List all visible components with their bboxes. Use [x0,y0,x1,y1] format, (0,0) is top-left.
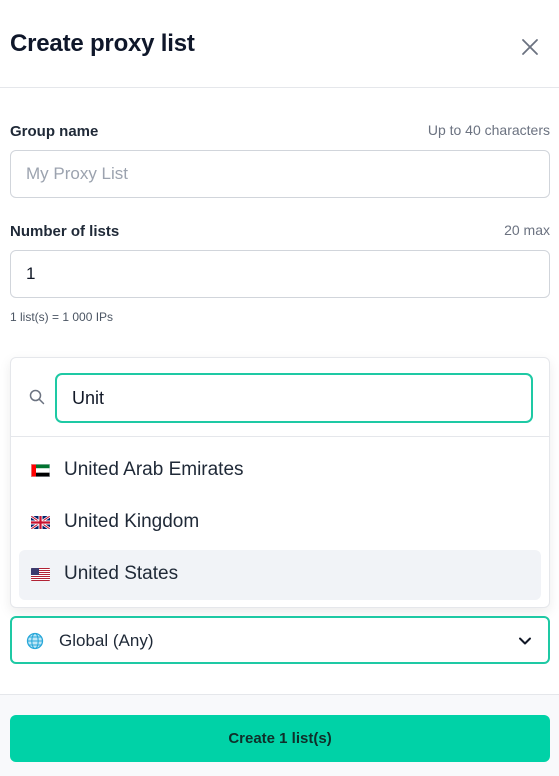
option-united-arab-emirates[interactable]: United Arab Emirates [19,446,541,496]
number-of-lists-hint: 20 max [504,222,550,238]
location-select[interactable]: Global (Any) [10,616,550,664]
modal-footer: Create 1 list(s) [0,694,559,776]
group-name-input[interactable] [10,150,550,198]
option-label: United States [64,563,179,584]
option-united-states[interactable]: United States [19,550,541,600]
modal-header: Create proxy list [0,0,559,88]
option-label: United Arab Emirates [64,459,244,480]
create-list-button[interactable]: Create 1 list(s) [10,715,550,762]
chevron-down-icon [519,637,531,645]
dropdown-divider [11,436,549,437]
group-name-hint: Up to 40 characters [427,122,550,138]
uk-flag-icon [31,516,50,529]
option-label: United Kingdom [64,511,200,532]
uae-flag-icon [31,464,50,477]
close-icon[interactable] [518,35,542,59]
location-value: Global (Any) [59,631,154,650]
country-dropdown: United Arab Emirates United Kingdom Unit… [10,357,550,608]
country-search-input[interactable] [55,373,533,423]
ip-count-note: 1 list(s) = 1 000 IPs [10,310,114,324]
search-icon [29,389,45,405]
number-of-lists-input[interactable] [10,250,550,298]
modal-title: Create proxy list [10,30,195,57]
group-name-label: Group name [10,123,99,140]
option-united-kingdom[interactable]: United Kingdom [19,498,541,548]
us-flag-icon [31,568,50,581]
globe-icon [26,632,44,650]
number-of-lists-label: Number of lists [10,223,120,240]
